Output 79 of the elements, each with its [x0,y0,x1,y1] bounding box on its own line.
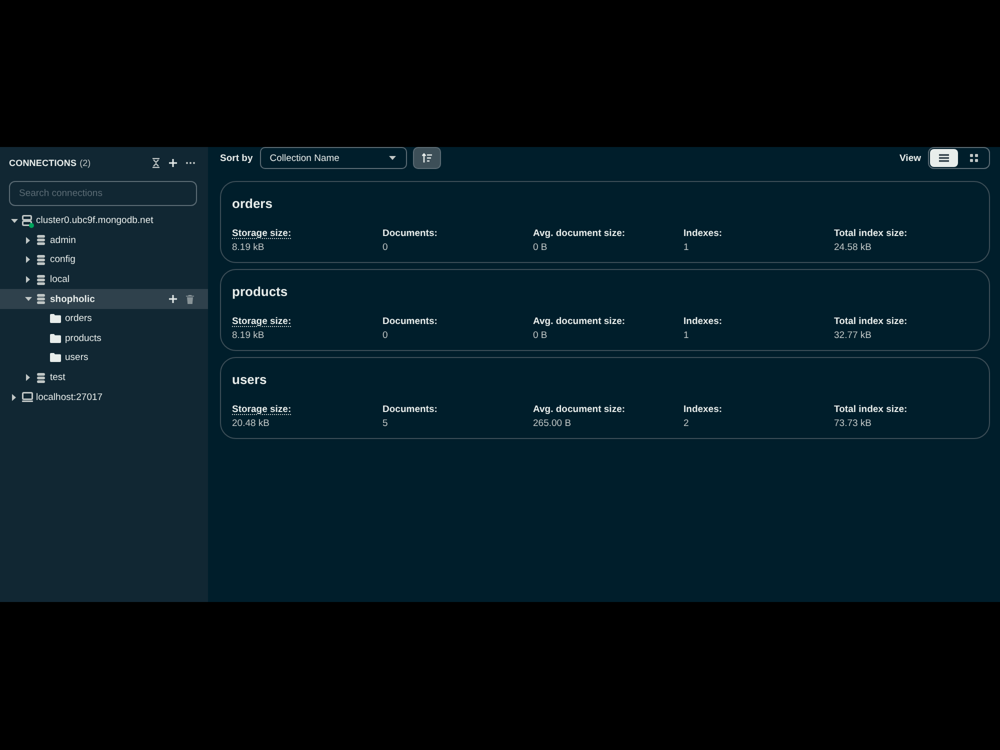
collection-item[interactable]: products [0,328,208,348]
stat-label: Storage size: [232,404,292,416]
caret-icon[interactable] [24,297,32,302]
stat-value: 1 [684,242,689,254]
stat-value: 1 [684,330,689,342]
database-icon [37,294,45,304]
stat-label: Total index size: [834,228,908,240]
collapse-icon[interactable] [152,158,160,168]
computer-icon [22,392,32,402]
stat-value: 265.00 B [533,418,572,430]
stat-value: 32.77 kB [834,330,872,342]
list-view-button[interactable] [930,149,958,167]
stat-value: 0 [382,330,388,342]
list-icon [939,154,949,162]
stat-label: Indexes: [684,316,722,328]
stat-label: Avg. document size: [533,316,626,328]
stat-label: Documents: [382,404,438,416]
stat-value: 8.19 kB [232,330,264,342]
plus-icon[interactable] [169,295,177,304]
database-item[interactable]: test [0,368,208,388]
database-item[interactable]: config [0,250,208,270]
folder-icon [50,334,60,343]
collection-name: products [232,284,288,300]
sort-select[interactable]: Collection Name [260,147,407,169]
collection-item[interactable]: users [0,348,208,368]
stat-label: Avg. document size: [533,404,626,416]
database-item[interactable]: shopholic [0,289,208,309]
collection-card[interactable]: products Storage size: 8.19 kB Documents: 0 Avg. document size: 0 B Indexes: 1 Total index size: 32.77 kB [220,269,990,351]
database-icon [37,372,45,383]
stat-value: 5 [382,418,388,430]
stat-label: Documents: [382,228,438,240]
trash-icon[interactable] [186,294,194,304]
stat-label: Storage size: [232,228,292,240]
database-item[interactable]: local [0,270,208,290]
folder-icon [50,353,60,362]
collection-name: users [232,372,267,388]
sort-icon [422,153,432,163]
stat-label: Total index size: [834,404,908,416]
stat-value: 8.19 kB [232,242,264,254]
stat-label: Documents: [382,316,438,328]
caret-icon[interactable] [12,394,16,401]
collection-card[interactable]: users Storage size: 20.48 kB Documents: 5 Avg. document size: 265.00 B Indexes: 2 Total index size: 73.73 kB [220,357,990,439]
stat-value: 20.48 kB [232,418,270,430]
grid-icon [970,154,978,162]
sort-label: Sort by [220,152,253,164]
database-icon [37,274,45,285]
stat-value: 0 B [533,330,548,342]
plus-icon[interactable] [169,159,177,167]
stat-value: 24.58 kB [834,242,872,254]
stat-label: Avg. document size: [533,228,626,240]
caret-icon [388,156,396,160]
caret-icon[interactable] [10,218,18,223]
stat-value: 0 B [533,242,548,254]
sort-direction-button[interactable] [412,147,441,169]
caret-icon[interactable] [26,276,30,284]
stat-value: 73.73 kB [834,418,872,430]
collection-item[interactable]: orders [0,308,208,329]
collection-name: orders [232,196,272,212]
search-field[interactable]: Search connections [9,181,197,206]
caret-icon[interactable] [26,236,30,244]
sidebar-title: CONNECTIONS [9,158,77,168]
connection-count: (2) [80,158,91,168]
stat-label: Indexes: [684,404,722,416]
collection-card[interactable]: orders Storage size: 8.19 kB Documents: 0 Avg. document size: 0 B Indexes: 1 Total index size: 24.58 kB [220,181,990,263]
database-item[interactable]: admin [0,230,208,250]
caret-icon[interactable] [26,374,30,382]
stat-label: Total index size: [834,316,908,328]
connection-item[interactable]: cluster0.ubc9f.mongodb.net [0,211,208,231]
stat-label: Storage size: [232,316,292,328]
database-icon [37,235,45,246]
server-icon [22,215,32,226]
database-icon [37,254,45,265]
stat-label: Indexes: [684,228,722,240]
view-label: View [900,152,921,164]
connection-item[interactable]: localhost:27017 [0,387,208,407]
folder-icon [50,314,60,324]
stat-value: 2 [684,418,689,430]
caret-icon[interactable] [26,256,30,264]
stat-value: 0 [382,242,388,254]
